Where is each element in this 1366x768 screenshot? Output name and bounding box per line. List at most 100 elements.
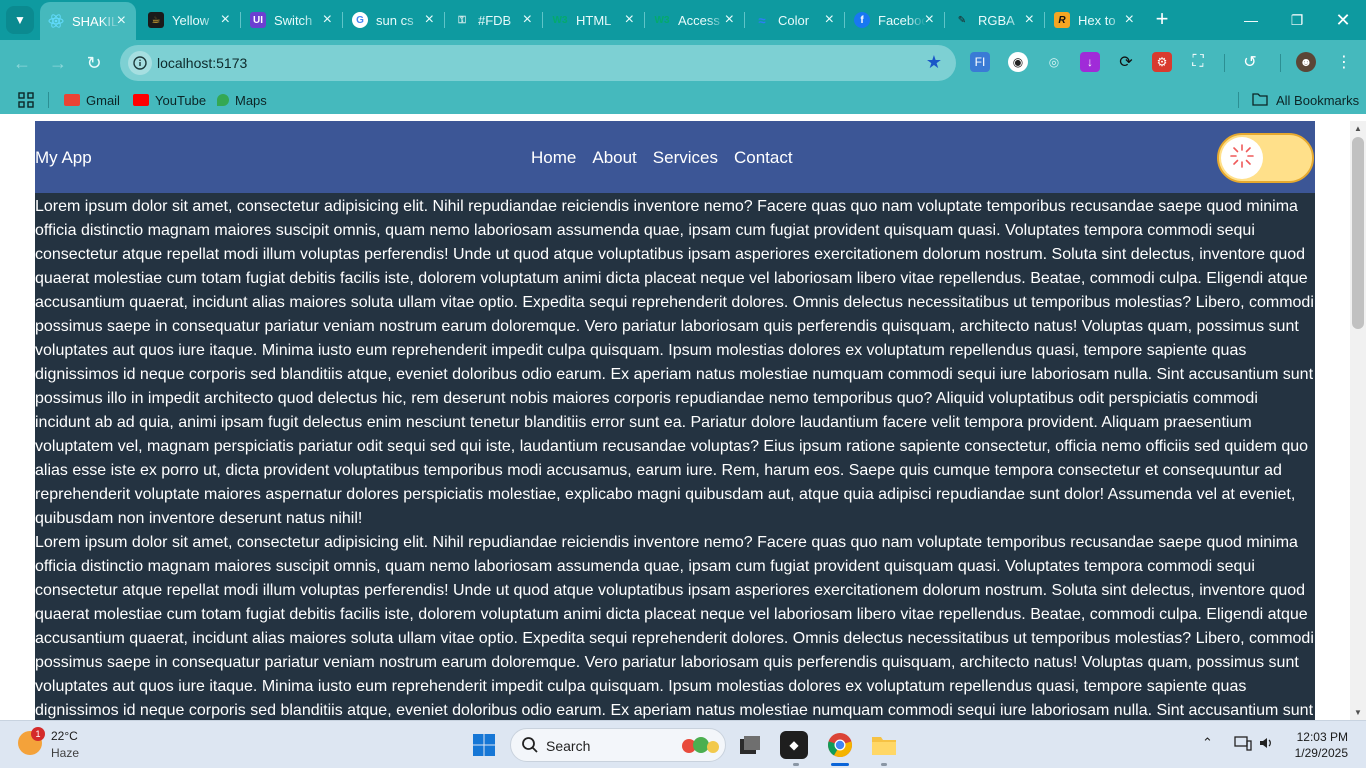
close-icon[interactable]: × [523,12,532,28]
chevron-down-icon: ▼ [14,13,26,27]
main-content: Lorem ipsum dolor sit amet, consectetur … [35,195,1315,720]
toolbar-divider [1224,54,1225,72]
tab-facebook[interactable]: f Facebook × [846,4,944,36]
tab-divider [1044,12,1045,28]
tab-title: Switch [274,12,313,28]
nav-link-contact[interactable]: Contact [734,148,793,168]
extension-bug-icon[interactable]: ⚙ [1152,52,1172,72]
r-logo-icon: R [1054,12,1070,28]
extension-sync-icon[interactable]: ⟳ [1116,52,1136,72]
tab-divider [944,12,945,28]
site-info-icon[interactable] [128,51,152,75]
tab-fdb[interactable]: ⚿ #FDB × [446,4,542,36]
extension-download-icon[interactable]: ↓ [1080,52,1100,72]
tab-title: RGBA [978,12,1015,28]
clock-time: 12:03 PM [1296,730,1348,744]
tab-title: sun cs [376,12,414,28]
weather-condition: Haze [51,746,80,760]
bookmark-label: Maps [235,92,267,108]
tray-chevron-up-icon[interactable]: ⌃ [1202,735,1213,751]
scroll-down-icon[interactable]: ▼ [1354,708,1362,717]
nav-link-home[interactable]: Home [531,148,576,168]
folder-icon [1252,92,1268,109]
extension-record-icon[interactable]: ◉ [1008,52,1028,72]
tab-title: Color [778,12,810,28]
all-bookmarks-label: All Bookmarks [1276,92,1360,108]
tab-title: Access [678,12,720,28]
pen-icon: ✎ [957,14,967,26]
restore-button[interactable]: ❐ [1274,0,1320,40]
all-bookmarks[interactable]: All Bookmarks [1252,92,1359,108]
tab-access[interactable]: W3 Access × [646,4,744,36]
avatar[interactable]: ☻ [1296,52,1316,72]
cursor-app-icon[interactable]: ◆ [780,731,808,759]
taskbar-search[interactable]: Search [510,728,726,762]
lock-icon: ⚿ [458,14,466,26]
paragraph: Lorem ipsum dolor sit amet, consectetur … [35,534,1314,719]
tab-divider [844,12,845,28]
extension-fi-icon[interactable]: FI [970,52,990,72]
close-icon[interactable]: × [221,12,230,28]
close-icon[interactable]: × [1125,12,1134,28]
tab-yellow[interactable]: ☕ Yellow × [140,4,240,36]
youtube-icon [133,94,149,106]
bookmark-youtube[interactable]: YouTube [133,92,206,108]
facebook-icon: f [854,12,870,28]
tab-sun-css[interactable]: G sun cs × [344,4,444,36]
close-icon[interactable]: × [725,12,734,28]
file-explorer-icon[interactable] [868,729,900,761]
tab-divider [644,12,645,28]
close-icon[interactable]: × [625,12,634,28]
close-icon[interactable]: × [117,13,126,29]
start-button[interactable] [468,729,500,761]
close-icon[interactable]: × [825,12,834,28]
nav-link-services[interactable]: Services [653,148,718,168]
bookmark-maps[interactable]: Maps [217,92,267,108]
menu-kebab-icon[interactable]: ⋮ [1334,52,1354,72]
close-icon[interactable]: × [1025,12,1034,28]
apps-grid-icon[interactable] [18,92,34,108]
close-icon[interactable]: × [425,12,434,28]
tab-hex[interactable]: R Hex to × [1046,4,1144,36]
chrome-icon[interactable] [824,729,856,761]
address-bar[interactable]: localhost:5173 ★ [120,45,956,81]
volume-icon[interactable] [1258,735,1274,754]
nav-link-about[interactable]: About [592,148,636,168]
search-icon [521,736,539,759]
minimize-button[interactable]: — [1228,0,1274,40]
url-text: localhost:5173 [157,55,248,71]
sun-icon [1229,143,1255,174]
scroll-up-icon[interactable]: ▲ [1354,124,1362,133]
tab-title: HTML [576,12,612,28]
history-icon[interactable]: ↺ [1240,52,1260,72]
page-scrollbar[interactable]: ▲ ▼ [1350,121,1366,720]
window-close-button[interactable]: ✕ [1320,0,1366,40]
tab-rgba[interactable]: ✎ RGBA × [946,4,1044,36]
weather-temperature: 22°C [51,729,78,743]
theme-toggle[interactable] [1217,133,1314,183]
extension-target-icon[interactable]: ◎ [1044,52,1064,72]
back-button[interactable]: ← [10,51,34,75]
scroll-thumb[interactable] [1352,137,1364,329]
close-icon[interactable]: × [925,12,934,28]
ui-logo-icon: UI [250,12,266,28]
tab-switch[interactable]: UI Switch × [242,4,342,36]
extensions-puzzle-icon[interactable]: ⛶ [1188,52,1208,72]
reload-button[interactable]: ↻ [82,51,106,75]
bookmark-gmail[interactable]: Gmail [64,92,120,108]
new-tab-button[interactable]: + [1150,8,1174,32]
tab-shakil[interactable]: SHAKIL × [40,2,136,40]
forward-button[interactable]: → [46,51,70,75]
tab-color[interactable]: ≈ Color × [746,4,844,36]
close-icon[interactable]: × [323,12,332,28]
tab-html[interactable]: W3 HTML × [544,4,644,36]
tab-title: Yellow [172,12,210,28]
tab-divider [342,12,343,28]
brand-title[interactable]: My App [35,148,92,168]
system-clock[interactable]: 12:03 PM 1/29/2025 [1290,729,1348,761]
network-icon[interactable] [1234,735,1252,754]
tab-search-button[interactable]: ▼ [6,6,34,34]
task-view-icon[interactable] [734,729,766,761]
gmail-icon [64,94,80,106]
bookmark-star-icon[interactable]: ★ [926,52,942,73]
